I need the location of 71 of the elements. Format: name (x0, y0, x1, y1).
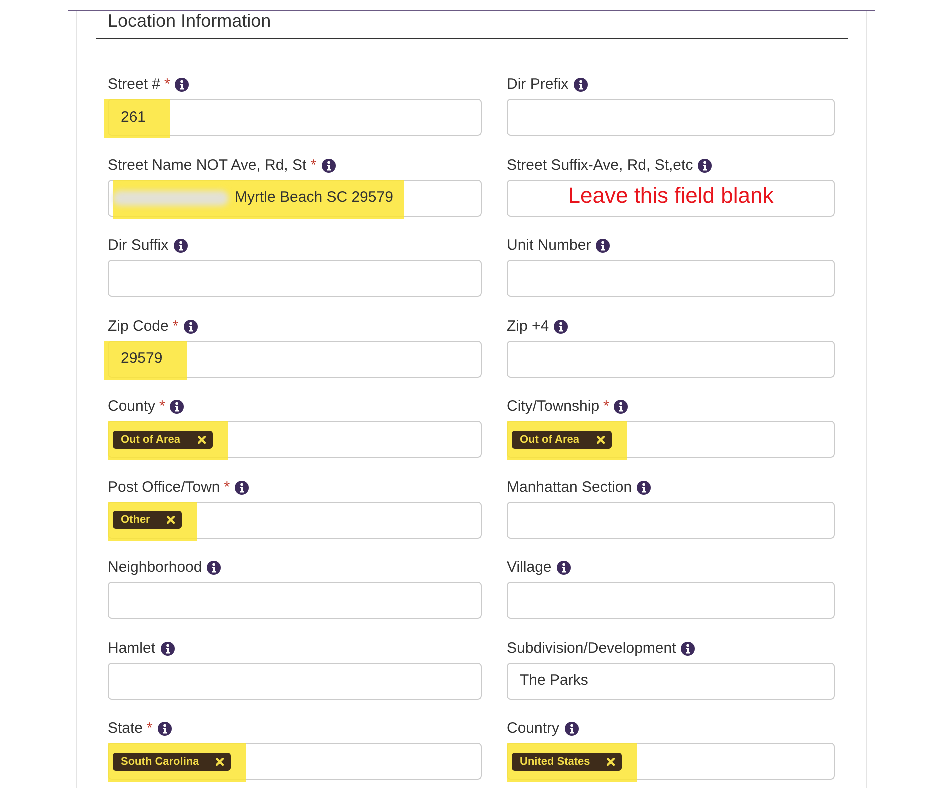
info-icon[interactable] (235, 480, 250, 494)
info-icon[interactable] (556, 561, 571, 575)
info-icon[interactable] (322, 158, 336, 172)
info-icon[interactable] (596, 239, 610, 253)
info-icon[interactable] (637, 480, 652, 494)
close-icon[interactable] (596, 436, 604, 444)
tag-label: Out of Area (520, 432, 580, 446)
input-field[interactable] (507, 340, 835, 378)
input-field[interactable]: Out of Area (108, 421, 482, 458)
field-label: Subdivision/Development (507, 638, 676, 658)
info-icon[interactable] (564, 722, 579, 736)
input-field[interactable]: Out of Area (507, 421, 835, 458)
info-icon[interactable] (574, 78, 588, 92)
input-field[interactable] (108, 260, 482, 297)
field-label: Unit Number (507, 236, 592, 256)
tag-label: United States (520, 754, 590, 768)
close-icon[interactable] (167, 516, 176, 524)
field-label: City/Township (507, 397, 600, 417)
required-mark: * (172, 316, 179, 336)
info-icon[interactable] (158, 722, 172, 736)
field-label: Street # (108, 75, 161, 95)
field-label: Dir Prefix (507, 75, 569, 95)
info-icon[interactable] (175, 78, 190, 92)
close-icon[interactable] (607, 758, 616, 766)
field-label: Street Suffix-Ave, Rd, St,etc (507, 156, 694, 176)
section-title: Location Information (108, 11, 272, 31)
input-field[interactable]: United States (507, 743, 835, 780)
field-label: Street Name NOT Ave, Rd, St (108, 156, 307, 176)
input-field[interactable] (108, 662, 482, 700)
tag-label: Out of Area (121, 432, 180, 446)
info-icon[interactable] (184, 320, 198, 334)
field-label: Neighborhood (108, 558, 202, 578)
info-icon[interactable] (698, 158, 712, 172)
required-mark: * (164, 75, 170, 95)
required-mark: * (160, 397, 166, 417)
input-field[interactable] (108, 582, 482, 619)
tag-label: Other (121, 513, 150, 527)
info-icon[interactable] (160, 642, 175, 656)
required-mark: * (147, 719, 153, 739)
field-label: Post Office/Town (108, 478, 220, 498)
input-field[interactable]: Other (108, 502, 482, 538)
info-icon[interactable] (614, 400, 628, 414)
field-label: Zip Code (108, 316, 169, 336)
field-label: Country (507, 719, 560, 739)
field-label: Dir Suffix (108, 236, 169, 256)
info-icon[interactable] (681, 642, 696, 656)
input-field[interactable] (507, 260, 835, 297)
info-icon[interactable] (170, 400, 184, 414)
field-label: Manhattan Section (507, 478, 632, 498)
input-field[interactable] (507, 502, 835, 538)
input-field[interactable] (507, 582, 835, 619)
input-field[interactable]: Leave this field blank (507, 180, 835, 216)
required-mark: * (604, 397, 610, 417)
field-label: Zip +4 (507, 316, 550, 336)
info-icon[interactable] (554, 320, 568, 334)
field-label: Village (507, 558, 552, 578)
required-mark: * (224, 478, 230, 498)
input-field[interactable]: The Parks (507, 662, 835, 700)
close-icon[interactable] (198, 436, 206, 444)
input-field[interactable]: South Carolina (108, 743, 482, 780)
close-icon[interactable] (216, 758, 224, 766)
info-icon[interactable] (174, 239, 188, 253)
field-label: Hamlet (108, 638, 156, 658)
tag-label: South Carolina (121, 754, 200, 768)
info-icon[interactable] (207, 561, 222, 575)
field-label: County (108, 397, 156, 417)
required-mark: * (310, 156, 317, 176)
field-label: State (108, 719, 144, 739)
annotation-note: Leave this field blank (568, 183, 774, 209)
input-field[interactable] (507, 99, 835, 136)
input-field[interactable]: Myrtle Beach SC 29579 (108, 180, 482, 216)
